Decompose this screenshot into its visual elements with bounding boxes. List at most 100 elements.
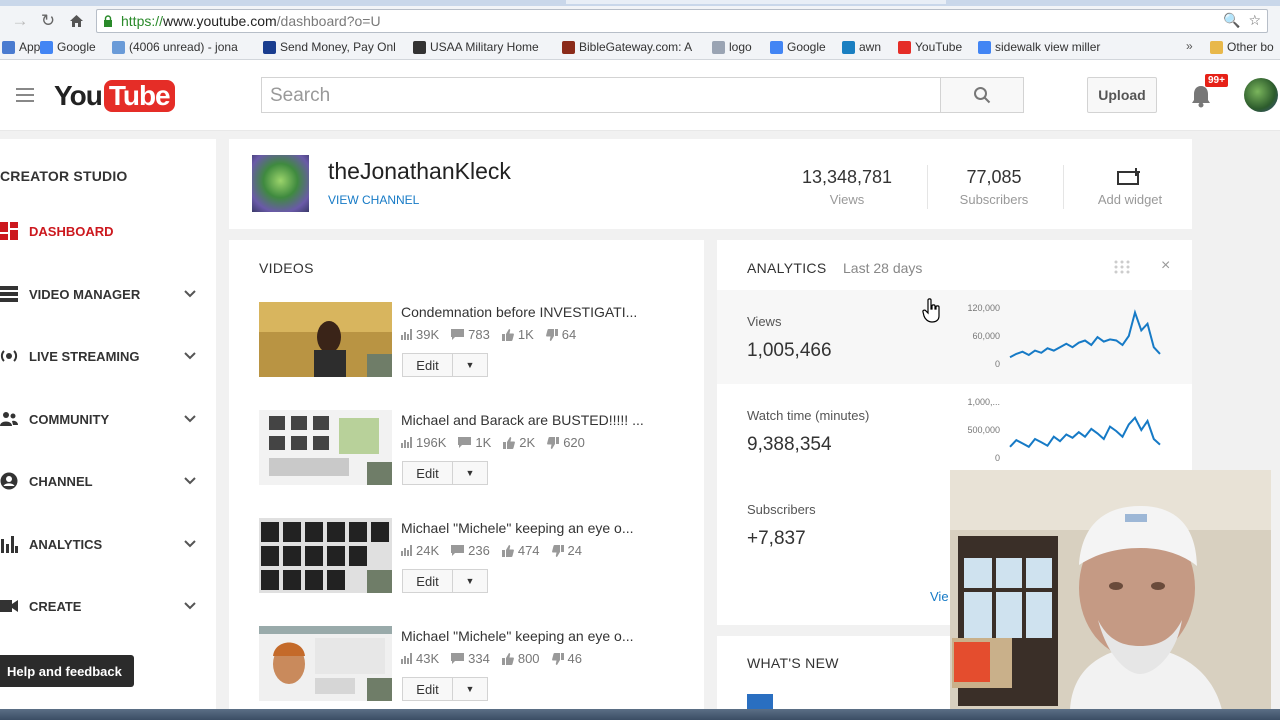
sidebar-item-label: VIDEO MANAGER <box>29 286 141 302</box>
views-count: 39K <box>416 327 440 342</box>
video-thumbnail[interactable] <box>259 626 392 701</box>
chevron-down-icon[interactable] <box>184 412 196 426</box>
url-host: www.youtube.com <box>163 13 277 29</box>
analytics-metric-row[interactable]: Watch time (minutes) 9,388,354 1,000,... 50… <box>717 384 1192 478</box>
metric-value: 1,005,466 <box>747 340 832 361</box>
comments-count: 236 <box>468 543 490 558</box>
drag-handle-icon[interactable] <box>1113 259 1131 275</box>
y-tick-label: 0 <box>995 453 1000 463</box>
views-icon <box>401 329 412 340</box>
video-row: Condemnation before INVESTIGATI... 39K 783… <box>259 302 689 392</box>
bookmark-item[interactable]: Send Money, Pay Onl <box>263 40 396 54</box>
zoom-icon[interactable]: 🔍 <box>1223 12 1240 29</box>
comments-icon <box>451 653 465 664</box>
metric-sparkline-chart: 120,000 60,000 0 <box>967 303 1161 369</box>
awn-icon <box>842 40 855 54</box>
sidebar-item-video-manager[interactable]: VIDEO MANAGER <box>0 282 216 306</box>
chevron-down-icon[interactable] <box>184 537 196 551</box>
sidebar-item-community[interactable]: COMMUNITY <box>0 407 216 431</box>
bookmark-item[interactable]: logo <box>712 40 752 54</box>
video-title[interactable]: Michael "Michele" keeping an eye o... <box>401 520 634 536</box>
edit-dropdown-arrow-icon[interactable]: ▼ <box>453 354 487 376</box>
sidebar-item-label: CHANNEL <box>29 473 93 489</box>
thumbs-up-icon <box>501 328 514 341</box>
channel-icon <box>0 472 18 490</box>
sidebar-item-analytics[interactable]: ANALYTICS <box>0 532 216 556</box>
thumbs-down-icon <box>551 544 564 557</box>
chevron-down-icon[interactable] <box>184 287 196 301</box>
bookmark-item[interactable]: Google <box>770 40 826 54</box>
bookmark-item[interactable]: sidewalk view miller <box>978 40 1100 54</box>
sidebar-item-create[interactable]: CREATE <box>0 594 216 618</box>
forward-icon[interactable]: → <box>6 7 34 35</box>
video-manager-icon <box>0 285 18 303</box>
search-icon <box>974 87 991 104</box>
star-icon[interactable]: ☆ <box>1248 12 1261 29</box>
menu-icon[interactable] <box>16 88 34 102</box>
search-input[interactable]: Search <box>261 77 941 113</box>
bookmark-item[interactable]: Google <box>40 40 96 54</box>
sidebar-item-label: ANALYTICS <box>29 536 103 552</box>
video-title[interactable]: Michael and Barack are BUSTED!!!!! ... <box>401 412 644 428</box>
browser-tab[interactable] <box>566 0 946 4</box>
edit-button[interactable]: Edit <box>403 570 453 592</box>
sidebar-item-channel[interactable]: CHANNEL <box>0 469 216 493</box>
views-stat: 13,348,781 Views <box>789 167 905 207</box>
metric-label: Subscribers <box>747 502 816 517</box>
dislikes-count: 46 <box>567 651 583 666</box>
channel-avatar[interactable] <box>252 155 309 212</box>
view-channel-link[interactable]: VIEW CHANNEL <box>328 193 419 207</box>
chevron-down-icon[interactable] <box>184 349 196 363</box>
sidebar-item-live-streaming[interactable]: LIVE STREAMING <box>0 344 216 368</box>
folder-icon <box>1210 40 1223 54</box>
bookmark-item[interactable]: BibleGateway.com: A <box>562 40 692 54</box>
notification-bell-icon[interactable] <box>1190 84 1212 108</box>
analytics-metric-row[interactable]: Views 1,005,466 120,000 60,000 0 <box>717 290 1192 384</box>
account-avatar[interactable] <box>1244 78 1278 112</box>
chevron-down-icon[interactable] <box>184 599 196 613</box>
edit-dropdown-arrow-icon[interactable]: ▼ <box>453 570 487 592</box>
video-title[interactable]: Michael "Michele" keeping an eye o... <box>401 628 634 644</box>
views-label: Views <box>829 192 865 207</box>
edit-button[interactable]: Edit <box>403 678 453 700</box>
reload-icon[interactable]: ↻ <box>34 7 62 35</box>
edit-dropdown-arrow-icon[interactable]: ▼ <box>453 678 487 700</box>
metric-label: Watch time (minutes) <box>747 408 870 423</box>
edit-dropdown-arrow-icon[interactable]: ▼ <box>453 462 487 484</box>
help-feedback-button[interactable]: Help and feedback <box>0 655 134 687</box>
edit-button[interactable]: Edit <box>403 354 453 376</box>
video-thumbnail[interactable] <box>259 302 392 377</box>
add-widget-button[interactable]: Add widget <box>1091 167 1169 207</box>
comments-count: 334 <box>468 651 490 666</box>
video-thumbnail[interactable] <box>259 518 392 593</box>
close-icon[interactable]: × <box>1161 257 1170 275</box>
video-title[interactable]: Condemnation before INVESTIGATI... <box>401 304 637 320</box>
google-icon <box>978 40 991 54</box>
comments-count: 1K <box>475 435 492 450</box>
more-bookmarks-icon[interactable]: » <box>1186 39 1193 53</box>
chevron-down-icon[interactable] <box>184 474 196 488</box>
youtube-logo[interactable]: You Tube <box>54 80 175 112</box>
address-bar[interactable]: https://www.youtube.com/dashboard?o=U 🔍 … <box>96 9 1268 33</box>
bookmark-item[interactable]: YouTube <box>898 40 962 54</box>
analytics-icon <box>0 535 18 553</box>
video-thumbnail[interactable] <box>259 410 392 485</box>
bookmark-item[interactable]: (4006 unread) - jona <box>112 40 238 54</box>
view-more-link[interactable]: Vie <box>930 589 949 604</box>
bookmark-item[interactable]: awn <box>842 40 881 54</box>
views-icon <box>401 437 412 448</box>
upload-button[interactable]: Upload <box>1087 77 1157 113</box>
sidebar-item-dashboard[interactable]: DASHBOARD <box>0 219 216 243</box>
edit-button[interactable]: Edit <box>403 462 453 484</box>
bookmark-label: sidewalk view miller <box>995 40 1101 54</box>
comments-count: 783 <box>468 327 490 342</box>
videos-title: VIDEOS <box>259 260 314 276</box>
other-bookmarks[interactable]: Other bo <box>1210 40 1274 54</box>
analytics-period: Last 28 days <box>843 260 923 276</box>
home-icon[interactable] <box>62 7 90 35</box>
search-button[interactable] <box>940 77 1024 113</box>
sidebar-item-label: COMMUNITY <box>29 411 110 427</box>
y-tick-label: 0 <box>995 359 1000 369</box>
url-path: /dashboard?o=U <box>276 13 381 29</box>
bookmark-item[interactable]: USAA Military Home <box>413 40 539 54</box>
